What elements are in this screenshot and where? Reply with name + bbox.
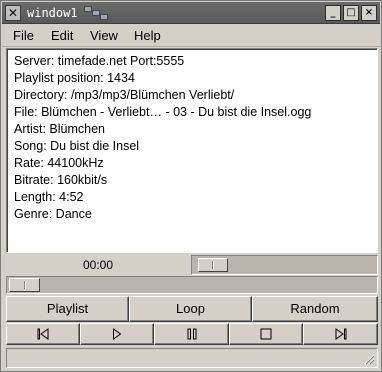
close-icon: × (364, 7, 374, 18)
minimize-button[interactable]: _ (325, 5, 341, 21)
pause-button[interactable] (154, 323, 229, 345)
volume-slider-thumb[interactable] (198, 258, 228, 272)
server-line: Server: timefade.net Port:5555 (14, 54, 185, 68)
minimize-icon: _ (330, 7, 336, 18)
bitrate-line: Bitrate: 160kbit/s (14, 173, 108, 187)
app-window: ✕ window1 _ □ × File Edit View Help Serv… (0, 0, 382, 372)
random-button[interactable]: Random (252, 296, 378, 322)
file-line: File: Blümchen - Verliebt… - 03 - Du bis… (14, 105, 312, 119)
close-button[interactable]: × (361, 5, 377, 21)
rate-line: Rate: 44100kHz (14, 156, 104, 170)
song-line: Song: Du bist die Insel (14, 139, 140, 153)
loop-button[interactable]: Loop (129, 296, 252, 322)
status-bar (6, 348, 378, 368)
menu-view[interactable]: View (90, 28, 118, 43)
stop-icon (260, 328, 272, 340)
play-button[interactable] (80, 323, 154, 345)
elapsed-time: 00:00 (82, 258, 114, 272)
titlebar-decoration-icon (82, 5, 110, 21)
transport-controls (6, 323, 378, 345)
title-bar[interactable]: ✕ window1 _ □ × (2, 2, 380, 24)
position-slider[interactable] (6, 276, 378, 294)
pause-icon (187, 328, 196, 340)
genre-line: Genre: Dance (14, 207, 92, 221)
artist-line: Artist: Blümchen (14, 122, 106, 136)
window-menu-icon[interactable]: ✕ (5, 5, 21, 21)
playlist-position-line: Playlist position: 1434 (14, 71, 135, 85)
menu-edit[interactable]: Edit (51, 28, 73, 43)
play-icon (113, 328, 122, 340)
menu-file[interactable]: File (13, 28, 34, 43)
time-row: 00:00 (6, 255, 378, 275)
next-icon (335, 328, 346, 340)
next-button[interactable] (303, 323, 378, 345)
volume-slider[interactable] (191, 255, 378, 275)
maximize-icon: □ (346, 7, 356, 18)
maximize-button[interactable]: □ (343, 5, 359, 21)
playlist-button[interactable]: Playlist (6, 296, 129, 322)
mode-buttons: Playlist Loop Random (6, 296, 378, 322)
previous-button[interactable] (6, 323, 80, 345)
menu-bar: File Edit View Help (2, 25, 380, 47)
window-title: window1 (27, 6, 78, 20)
resize-grip-icon[interactable] (363, 353, 375, 365)
menu-help[interactable]: Help (134, 28, 161, 43)
stop-button[interactable] (229, 323, 303, 345)
position-slider-thumb[interactable] (9, 278, 40, 292)
track-info-panel: Server: timefade.net Port:5555 Playlist … (6, 48, 378, 253)
previous-icon (37, 328, 49, 340)
length-line: Length: 4:52 (14, 190, 84, 204)
directory-line: Directory: /mp3/mp3/Blümchen Verliebt/ (14, 88, 235, 102)
